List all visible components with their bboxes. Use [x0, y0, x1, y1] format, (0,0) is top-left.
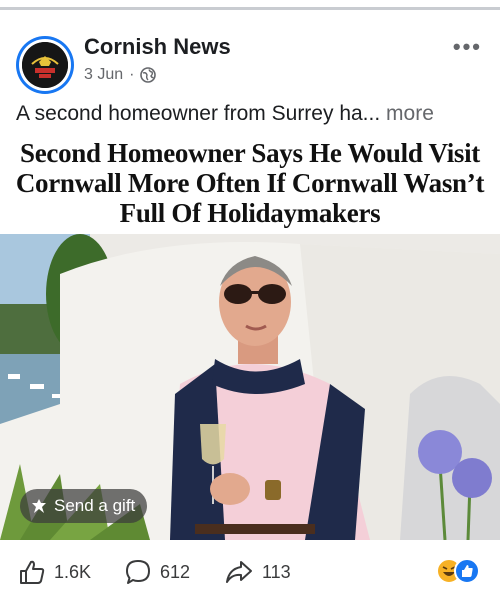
comment-button[interactable]: 612	[124, 558, 190, 586]
comment-icon	[126, 560, 150, 584]
send-gift-label: Send a gift	[54, 496, 136, 515]
gift-icon	[30, 497, 48, 515]
meta-separator: ·	[129, 66, 135, 83]
share-button[interactable]: 113	[224, 558, 291, 586]
share-count: 113	[262, 561, 291, 582]
post-actions-bar: 1.6K 612 113	[0, 548, 500, 596]
comment-count: 612	[160, 561, 191, 582]
like-button[interactable]: 1.6K	[18, 558, 91, 586]
post-header: Cornish News 3 Jun · •••	[0, 14, 500, 100]
page-avatar[interactable]	[16, 36, 74, 94]
article-headline[interactable]: Second Homeowner Says He Would Visit Cor…	[0, 138, 500, 228]
reactions-summary[interactable]	[436, 558, 482, 586]
send-gift-button[interactable]: Send a gift	[20, 489, 148, 523]
post-caption: A second homeowner from Surrey ha... mor…	[16, 102, 486, 126]
post-meta: 3 Jun ·	[84, 66, 157, 84]
like-count: 1.6K	[54, 561, 92, 582]
caption-text: A second homeowner from Surrey ha...	[16, 102, 381, 125]
top-divider	[0, 0, 500, 10]
see-more-link[interactable]: more	[386, 102, 434, 125]
like-reaction-icon	[454, 558, 480, 584]
cornish-news-logo-icon	[22, 42, 68, 88]
globe-icon	[140, 67, 157, 83]
share-icon	[226, 561, 252, 583]
more-icon[interactable]: •••	[453, 34, 482, 60]
page-name[interactable]: Cornish News	[84, 34, 231, 60]
thumbs-up-icon	[20, 560, 45, 584]
post-date[interactable]: 3 Jun	[84, 66, 123, 84]
